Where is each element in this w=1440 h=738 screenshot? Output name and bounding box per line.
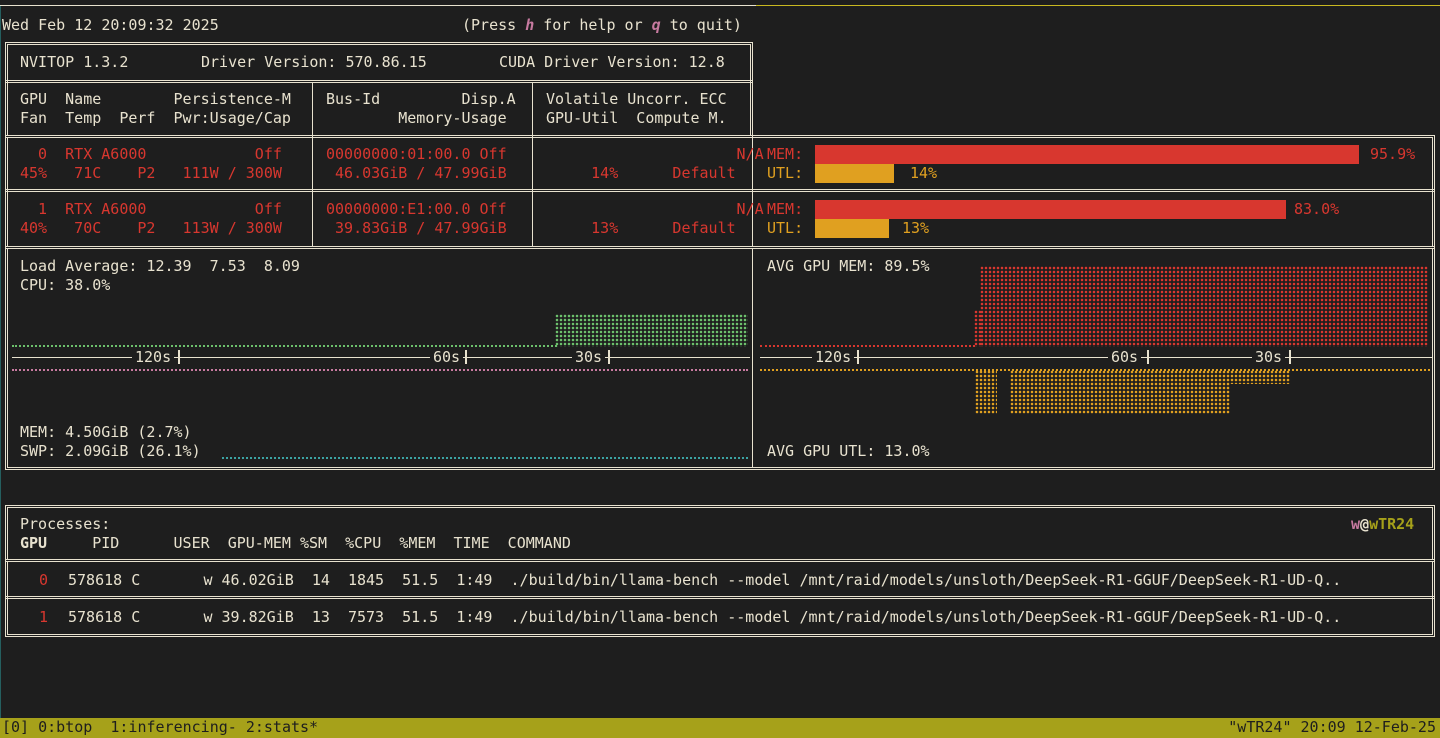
pane-left-border xyxy=(0,6,1,718)
gpu-axis-tick-2 xyxy=(1147,350,1149,364)
header-separator xyxy=(5,80,753,83)
gpu-utl-history-area-2 xyxy=(1010,370,1230,414)
gpu-axis-label-120s: 120s xyxy=(812,348,855,367)
cpu-usage: CPU: 38.0% xyxy=(20,276,111,294)
host-mem: MEM: 4.50GiB (2.7%) xyxy=(20,423,192,441)
host-axis-label-30s: 30s xyxy=(572,348,606,367)
gpu0-mem-bar xyxy=(815,145,1359,164)
gpu0-utl-pct: 14% xyxy=(910,164,938,182)
host-axis-tick-3 xyxy=(608,350,610,364)
gpu-col-sep-2 xyxy=(532,138,533,246)
gpu1-mem-label: MEM: xyxy=(767,200,804,218)
gpu0-utl-bar xyxy=(815,164,894,183)
gpu-mem-history-baseline xyxy=(760,345,975,347)
help-key: h xyxy=(525,16,535,34)
gpu0-line2-a: 45% 71C P2 111W / 300W xyxy=(20,164,282,182)
host-time-axis xyxy=(12,357,750,358)
tmux-status-right: "wTR24" 20:09 12-Feb-25 xyxy=(1228,718,1436,736)
gpu0-mem-label: MEM: xyxy=(767,145,804,163)
swp-history-line xyxy=(222,457,748,459)
host-swp: SWP: 2.09GiB (26.1%) xyxy=(20,442,201,460)
process-row-separator xyxy=(5,596,1435,599)
driver-version: Driver Version: 570.86.15 xyxy=(201,53,427,71)
cuda-version: CUDA Driver Version: 12.8 xyxy=(499,53,725,71)
gpu1-line2-b: 39.83GiB / 47.99GiB xyxy=(326,219,507,237)
process0-details: 578618 C w 46.02GiB 14 1845 51.5 1:49 ./… xyxy=(68,571,1342,589)
process0-gpu: 0 xyxy=(39,571,49,589)
gpu1-utl-bar xyxy=(815,219,889,238)
avg-gpu-utl: AVG GPU UTL: 13.0% xyxy=(767,442,930,460)
gpu-mem-history-area-2 xyxy=(980,266,1428,347)
gpu0-line2-b: 46.03GiB / 47.99GiB xyxy=(326,164,507,182)
host-axis-label-120s: 120s xyxy=(132,348,175,367)
user-host: w@wTR24 xyxy=(1351,515,1415,533)
datetime: Wed Feb 12 20:09:32 2025 xyxy=(2,16,219,34)
gpu-time-axis xyxy=(760,357,1432,358)
process1-details: 578618 C w 39.82GiB 13 7573 51.5 1:49 ./… xyxy=(68,608,1342,626)
gpu1-mem-pct: 83.0% xyxy=(1294,200,1340,218)
gpu1-line2-c: 13% Default xyxy=(546,219,736,237)
process1-gpu: 1 xyxy=(39,608,49,626)
col-header-b2: Memory-Usage xyxy=(326,109,507,127)
host-axis-label-60s: 60s xyxy=(430,348,464,367)
history-col-sep xyxy=(752,249,753,467)
gpu0-line1-c: N/A xyxy=(583,145,764,163)
cpu-history-baseline xyxy=(12,345,557,347)
tmux-status-bar: [0] 0:btop 1:inferencing- 2:stats* "wTR2… xyxy=(0,718,1440,738)
cpu-history-area xyxy=(555,314,748,347)
host-axis-tick-1 xyxy=(178,350,180,364)
col-header-c1: Volatile Uncorr. ECC xyxy=(546,90,727,108)
gpu-axis-tick-1 xyxy=(857,350,859,364)
avg-gpu-mem: AVG GPU MEM: 89.5% xyxy=(767,257,930,275)
col-sep-1 xyxy=(312,82,313,137)
gpu1-line1-a: 1 RTX A6000 Off xyxy=(20,200,282,218)
col-header-c2: GPU-Util Compute M. xyxy=(546,109,727,127)
col-header-a1: GPU Name Persistence-M xyxy=(20,90,291,108)
gpu0-line1-a: 0 RTX A6000 Off xyxy=(20,145,282,163)
nvitop-version: NVITOP 1.3.2 xyxy=(20,53,129,71)
gpu-utl-history-area-1 xyxy=(975,370,997,414)
user-name: w xyxy=(1351,515,1361,533)
gpu1-utl-pct: 13% xyxy=(902,219,930,237)
gpu0-utl-label: UTL: xyxy=(767,164,804,182)
mem-history-line xyxy=(12,369,748,371)
processes-title: Processes: xyxy=(20,515,111,533)
quit-key: q xyxy=(651,16,661,34)
top-rule-accent xyxy=(756,5,1440,6)
gpu-utl-history-area-3 xyxy=(1230,370,1290,384)
host-name: wTR24 xyxy=(1369,515,1415,533)
gpu-axis-tick-3 xyxy=(1289,350,1291,364)
gpu1-line2-a: 40% 70C P2 113W / 300W xyxy=(20,219,282,237)
col-header-a2: Fan Temp Perf Pwr:Usage/Cap xyxy=(20,109,291,127)
gpu-axis-label-30s: 30s xyxy=(1252,348,1286,367)
col-header-b1: Bus-Id Disp.A xyxy=(326,90,516,108)
gpu-header-bold: GPU xyxy=(20,534,48,553)
gpu1-line1-c: N/A xyxy=(583,200,764,218)
gpu-row-separator xyxy=(5,189,1435,192)
gpu0-mem-pct: 95.9% xyxy=(1370,145,1416,163)
gpu0-line2-c: 14% Default xyxy=(546,164,736,182)
gpu-col-sep-1 xyxy=(312,138,313,246)
host-axis-tick-2 xyxy=(465,350,467,364)
help-hint: (Press h for help or q to quit) xyxy=(462,16,742,34)
gpu0-line1-b: 00000000:01:00.0 Off xyxy=(326,145,507,163)
gpu1-utl-label: UTL: xyxy=(767,219,804,237)
tmux-windows[interactable]: [0] 0:btop 1:inferencing- 2:stats* xyxy=(2,718,318,737)
gpu-axis-label-60s: 60s xyxy=(1108,348,1142,367)
col-sep-2 xyxy=(532,82,533,137)
load-average: Load Average: 12.39 7.53 8.09 xyxy=(20,257,300,275)
gpu1-line1-b: 00000000:E1:00.0 Off xyxy=(326,200,507,218)
process-table-headers: GPU PID USER GPU-MEM %SM %CPU %MEM TIME … xyxy=(20,534,571,552)
gpu1-mem-bar xyxy=(815,200,1286,219)
